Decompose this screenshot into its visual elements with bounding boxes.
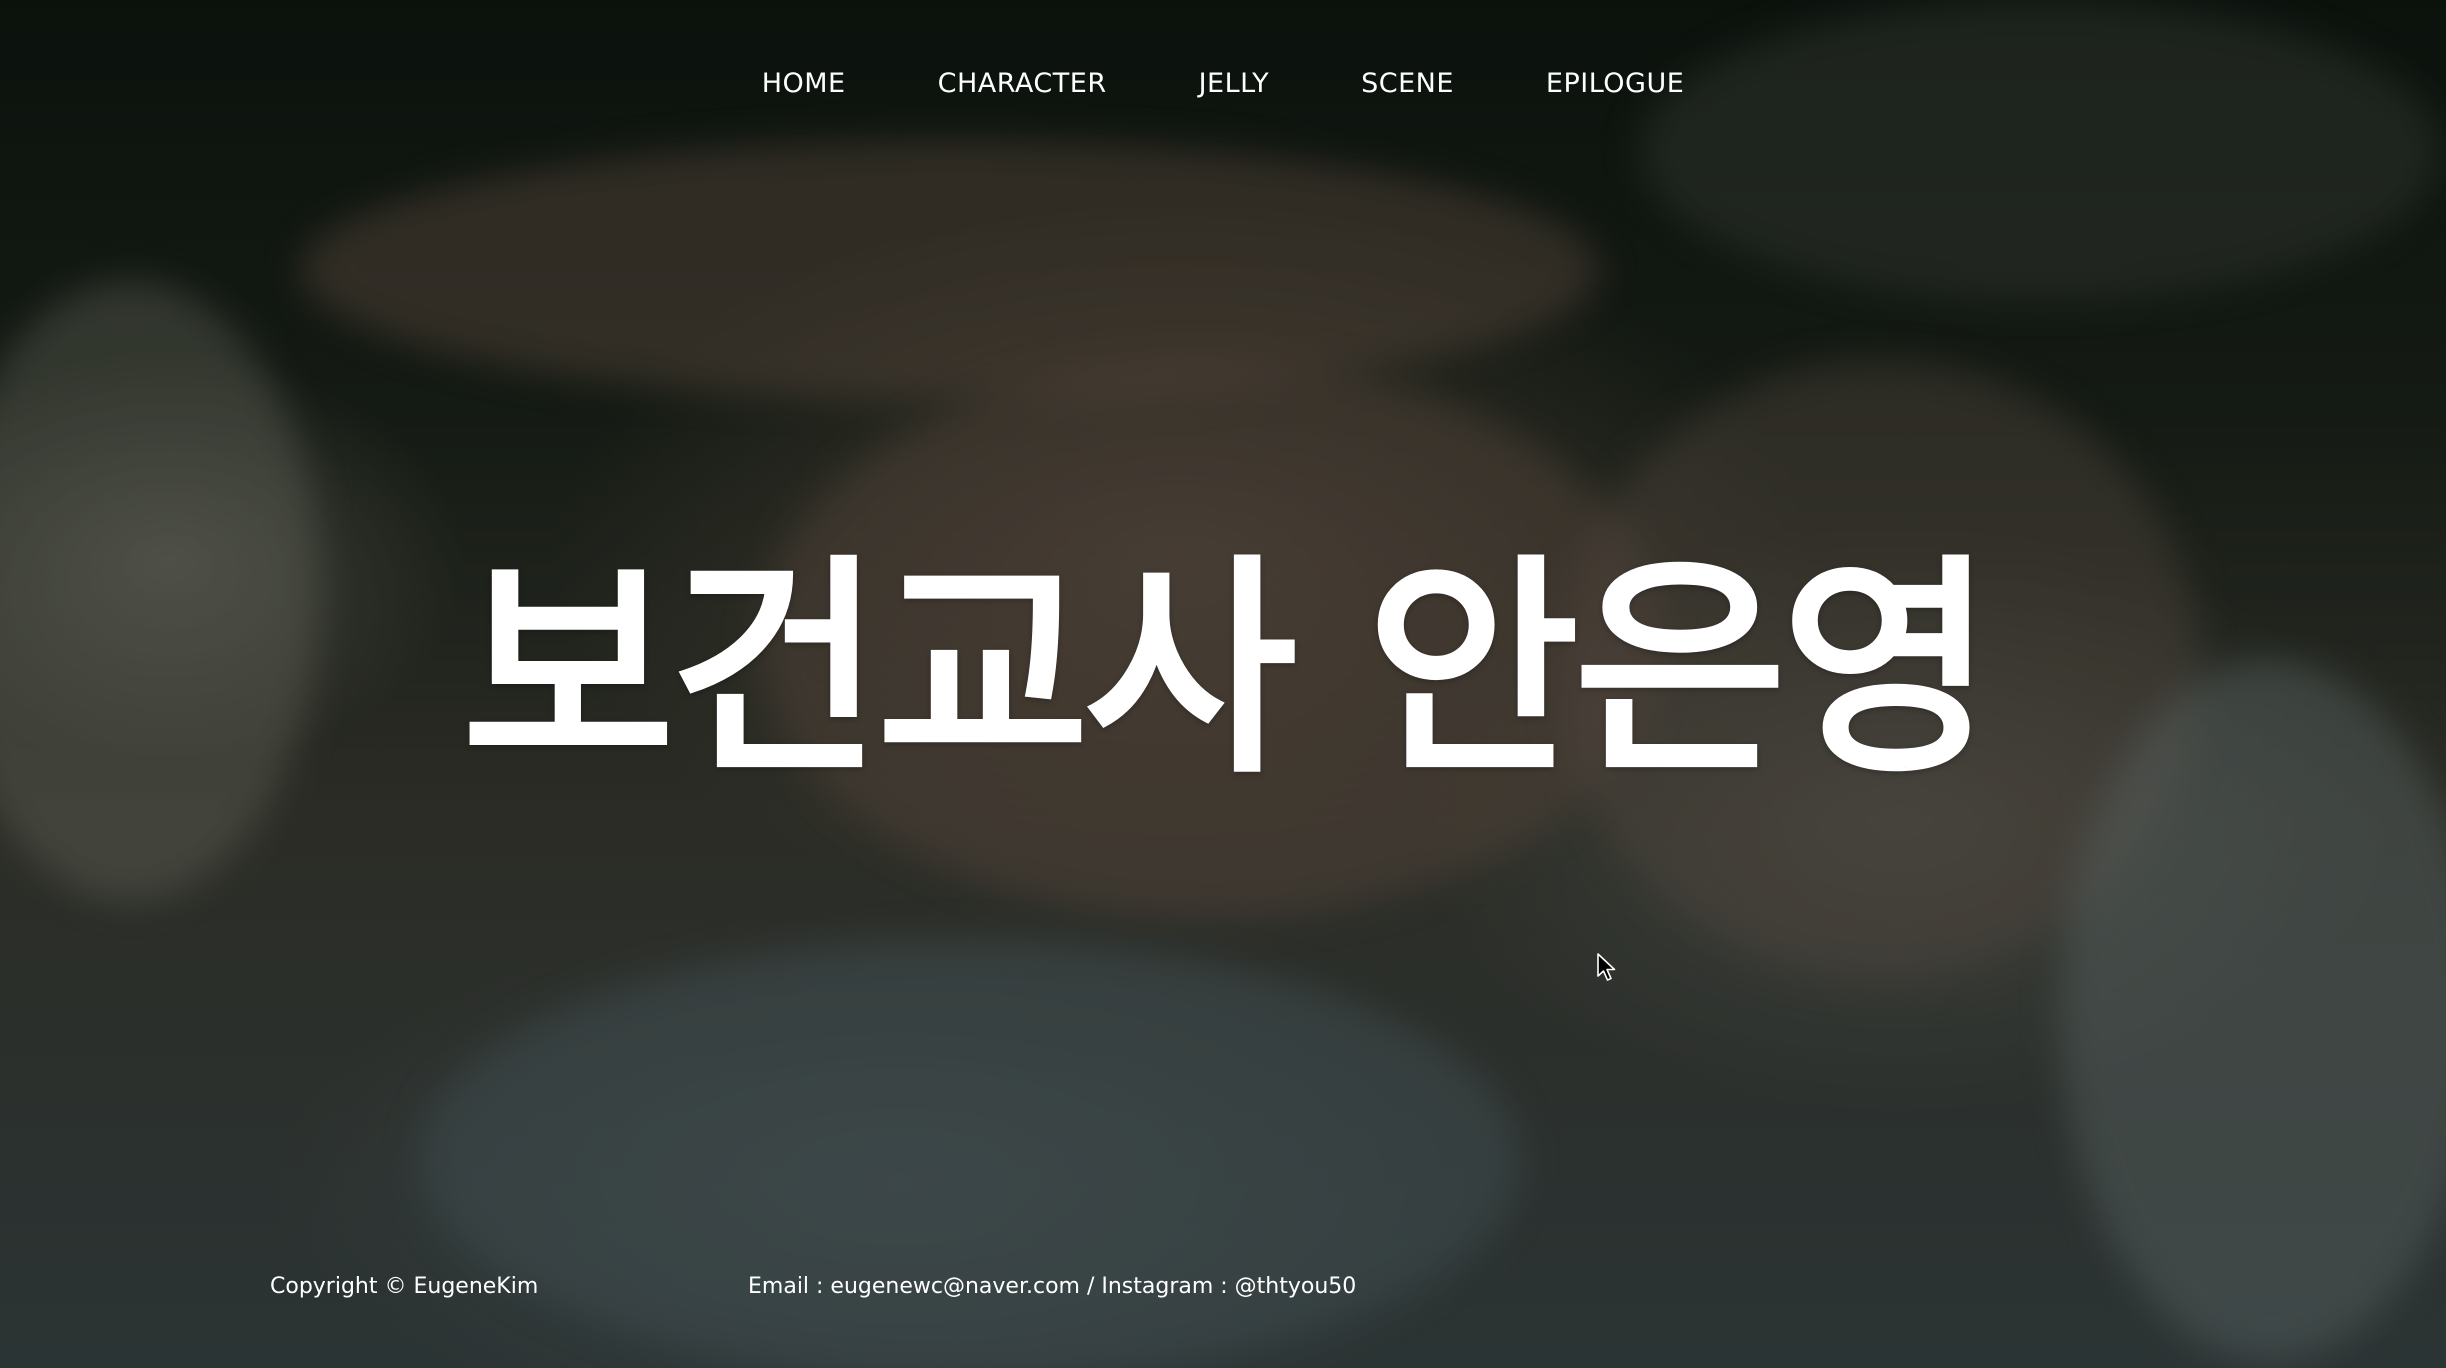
footer-copyright: Copyright © EugeneKim [270, 1274, 539, 1299]
hero-title: 보건교사 안은영 [461, 535, 1995, 805]
nav-epilogue[interactable]: EPILOGUE [1500, 62, 1730, 105]
nav-jelly[interactable]: JELLY [1153, 62, 1316, 105]
page: HOME CHARACTER JELLY SCENE EPILOGUE 보건교사… [0, 0, 2446, 1368]
hero-logo: 보건교사 안은영 [380, 520, 2070, 820]
nav-character[interactable]: CHARACTER [892, 62, 1153, 105]
nav-home[interactable]: HOME [716, 62, 892, 105]
main-nav: HOME CHARACTER JELLY SCENE EPILOGUE [0, 62, 2446, 105]
footer-contact: Email : eugenewc@naver.com / Instagram :… [748, 1274, 1357, 1299]
nav-scene[interactable]: SCENE [1315, 62, 1500, 105]
mouse-pointer-icon [1597, 953, 1616, 981]
